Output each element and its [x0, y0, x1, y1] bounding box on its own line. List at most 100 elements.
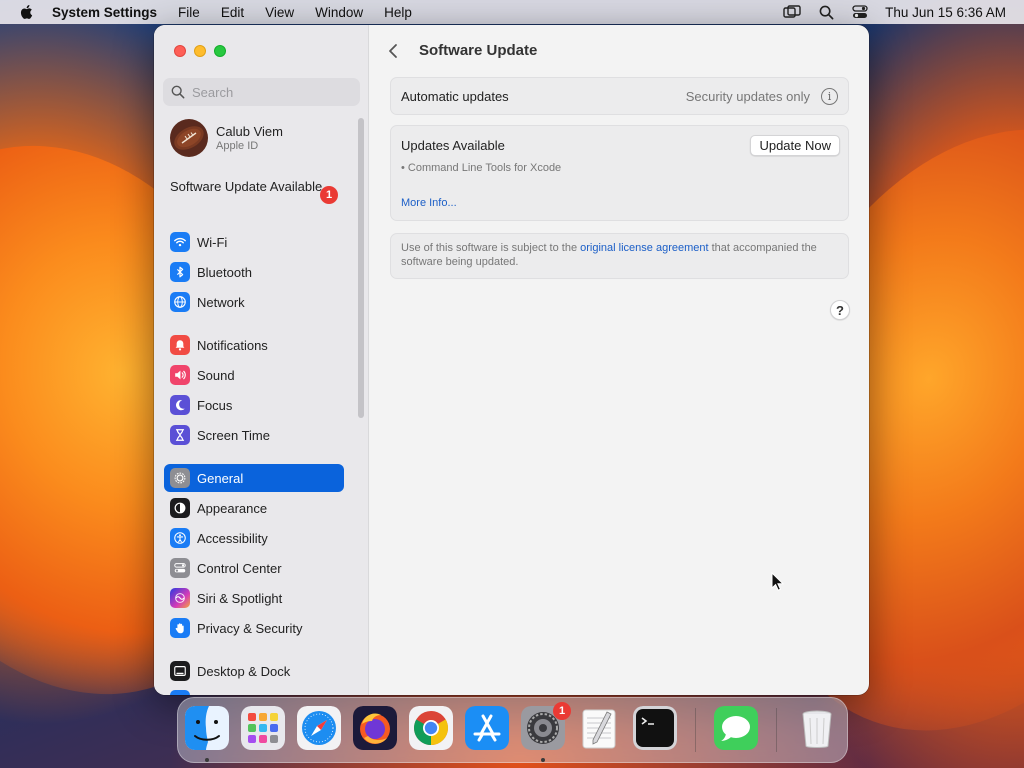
hand-icon [170, 618, 190, 638]
chevron-left-icon [389, 44, 397, 58]
search-icon [171, 85, 185, 99]
dock-finder-icon[interactable] [185, 706, 229, 750]
siri-icon [170, 588, 190, 608]
running-indicator [541, 758, 545, 762]
update-now-button[interactable]: Update Now [750, 135, 840, 156]
sidebar-item-label: Accessibility [197, 530, 268, 546]
sidebar-search[interactable] [163, 78, 360, 106]
sidebar-item-label: Privacy & Security [197, 620, 303, 636]
speaker-icon [170, 365, 190, 385]
page-title: Software Update [419, 42, 538, 59]
license-agreement-link[interactable]: original license agreement [580, 242, 708, 254]
sidebar-item-general[interactable]: General [164, 464, 344, 492]
globe-icon [170, 292, 190, 312]
menu-bar: System Settings File Edit View Window He… [0, 0, 1024, 24]
back-button[interactable] [387, 42, 403, 60]
sidebar-item-desktop-dock[interactable]: Desktop & Dock [164, 657, 344, 685]
menu-app-name[interactable]: System Settings [52, 5, 157, 20]
sidebar-item-screen-time[interactable]: Screen Time [164, 421, 344, 449]
update-count-badge: 1 [320, 186, 338, 204]
dock-launchpad-icon[interactable] [241, 706, 285, 750]
dock-firefox-icon[interactable] [353, 706, 397, 750]
automatic-updates-label: Automatic updates [401, 89, 509, 104]
menu-file[interactable]: File [178, 5, 200, 20]
sidebar-item-privacy-security[interactable]: Privacy & Security [164, 614, 344, 642]
sidebar-item-label: Focus [197, 397, 233, 413]
wifi-icon [170, 232, 190, 252]
sidebar: Calub Viem Apple ID Software Update Avai… [154, 25, 369, 695]
sidebar-item-siri-spotlight[interactable]: Siri & Spotlight [164, 584, 344, 612]
sidebar-item-label: Bluetooth [197, 264, 252, 280]
running-indicator [205, 758, 209, 762]
updates-available-card: Updates Available Update Now • Command L… [390, 125, 849, 221]
minimize-window-button[interactable] [194, 45, 206, 57]
sidebar-item-label: Appearance [197, 500, 268, 516]
help-button[interactable]: ? [830, 300, 850, 320]
software-update-available-item[interactable]: Software Update Available [170, 179, 342, 195]
sidebar-item-label: Screen Time [197, 427, 270, 443]
bell-icon [170, 335, 190, 355]
content-pane: Software Update Automatic updates Securi… [370, 25, 869, 695]
accessibility-icon [170, 528, 190, 548]
sidebar-item-label: General [197, 470, 244, 486]
update-item: • Command Line Tools for Xcode [401, 162, 562, 174]
close-window-button[interactable] [174, 45, 186, 57]
mouse-cursor [771, 572, 785, 591]
sidebar-item-control-center[interactable]: Control Center [164, 554, 344, 582]
zoom-window-button[interactable] [214, 45, 226, 57]
dock-textedit-icon[interactable] [577, 706, 621, 750]
dock-safari-icon[interactable] [297, 706, 341, 750]
partially-hidden-sidebar-icon [170, 690, 190, 695]
screen-mirroring-icon[interactable] [781, 3, 803, 21]
sidebar-item-label: Siri & Spotlight [197, 590, 283, 606]
bluetooth-icon [170, 262, 190, 282]
sidebar-item-label: Wi-Fi [197, 234, 228, 250]
sidebar-item-focus[interactable]: Focus [164, 391, 344, 419]
sidebar-item-label: Control Center [197, 560, 282, 576]
dock-messages-icon[interactable] [714, 706, 758, 750]
license-notice: Use of this software is subject to the o… [390, 233, 849, 279]
spotlight-search-icon[interactable] [815, 3, 837, 21]
toggles-icon [170, 558, 190, 578]
sidebar-item-label: Network [197, 294, 245, 310]
automatic-updates-row: Automatic updates Security updates only … [390, 77, 849, 115]
menu-window[interactable]: Window [315, 5, 363, 20]
control-center-icon[interactable] [849, 3, 871, 21]
system-settings-window: Calub Viem Apple ID Software Update Avai… [154, 25, 869, 695]
sidebar-item-network[interactable]: Network [164, 288, 344, 316]
sidebar-scrollbar[interactable] [358, 118, 364, 418]
sidebar-item-sound[interactable]: Sound [164, 361, 344, 389]
search-input[interactable] [192, 84, 342, 100]
appearance-icon [170, 498, 190, 518]
profile-subtitle: Apple ID [216, 140, 259, 152]
menu-edit[interactable]: Edit [221, 5, 244, 20]
moon-icon [170, 395, 190, 415]
sidebar-item-notifications[interactable]: Notifications [164, 331, 344, 359]
menu-help[interactable]: Help [384, 5, 412, 20]
dock-app-store-icon[interactable] [465, 706, 509, 750]
dock-terminal-icon[interactable] [633, 706, 677, 750]
sidebar-item-accessibility[interactable]: Accessibility [164, 524, 344, 552]
avatar [170, 119, 208, 157]
more-info-link[interactable]: More Info... [401, 197, 457, 209]
license-text-before: Use of this software is subject to the [401, 242, 581, 254]
menu-view[interactable]: View [265, 5, 294, 20]
info-icon[interactable]: i [821, 88, 838, 105]
automatic-updates-value: Security updates only [685, 89, 810, 104]
sidebar-item-appearance[interactable]: Appearance [164, 494, 344, 522]
sidebar-item-label: Sound [197, 367, 235, 383]
sidebar-item-wifi[interactable]: Wi-Fi [164, 228, 344, 256]
sidebar-item-bluetooth[interactable]: Bluetooth [164, 258, 344, 286]
sidebar-item-label: Notifications [197, 337, 268, 353]
dock: 1 [177, 697, 848, 763]
dock-separator [776, 708, 777, 752]
gear-icon [170, 468, 190, 488]
dock-trash-icon[interactable] [795, 706, 839, 750]
menu-bar-clock[interactable]: Thu Jun 15 6:36 AM [885, 5, 1006, 20]
apple-id-profile[interactable]: Calub Viem Apple ID [170, 119, 283, 157]
apple-menu-icon[interactable] [18, 3, 36, 21]
dock-settings-badge: 1 [553, 702, 571, 720]
dock-separator [695, 708, 696, 752]
window-controls [174, 45, 226, 57]
dock-chrome-icon[interactable] [409, 706, 453, 750]
